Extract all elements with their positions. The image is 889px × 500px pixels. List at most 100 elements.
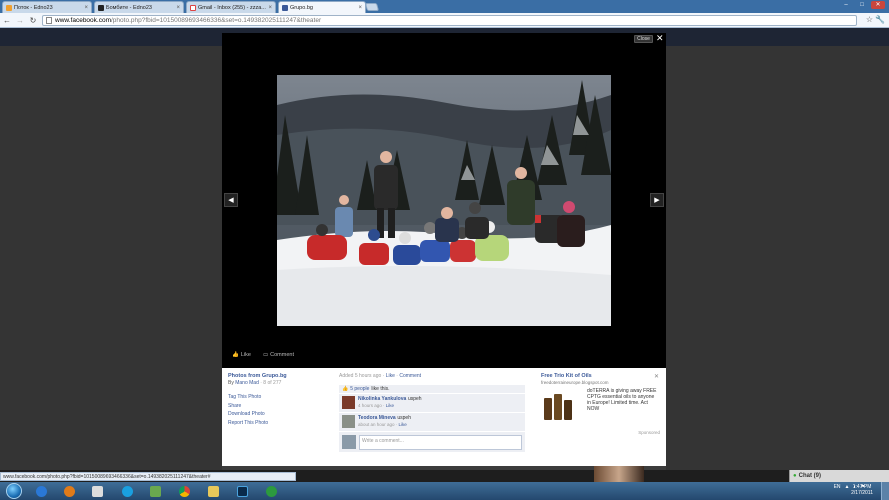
minimize-icon[interactable]: – bbox=[839, 1, 853, 9]
comment-button[interactable]: ▭ Comment bbox=[263, 352, 294, 358]
counter-strike-icon[interactable] bbox=[87, 483, 107, 499]
photoshop-icon[interactable] bbox=[232, 483, 252, 499]
commenter-name[interactable]: Teodora Mineva bbox=[358, 415, 396, 421]
tab-grupo-bg[interactable]: Grupo.bg × bbox=[278, 1, 366, 13]
sponsored-label[interactable]: Sponsored bbox=[638, 430, 660, 435]
album-title-link[interactable]: Photos from Grupo.bg bbox=[228, 373, 333, 379]
bookmark-star-icon[interactable]: ☆ bbox=[866, 15, 873, 24]
chat-bar[interactable]: ● Chat (9) bbox=[789, 470, 889, 482]
tab-edno23-bombite[interactable]: Бомбите - Edno23 × bbox=[94, 1, 184, 13]
meta-like-link[interactable]: Like bbox=[386, 373, 395, 379]
likes-count-link[interactable]: 5 people bbox=[350, 386, 369, 392]
tab-label: Бомбите - Edno23 bbox=[106, 4, 152, 11]
forward-icon[interactable]: → bbox=[14, 14, 26, 26]
photo-actions: 👍 Like ▭ Comment bbox=[232, 352, 294, 358]
explorer-icon[interactable] bbox=[203, 483, 223, 499]
comment-like-link[interactable]: Like bbox=[399, 422, 407, 427]
back-icon[interactable]: ← bbox=[1, 14, 13, 26]
by-prefix: By bbox=[228, 380, 234, 386]
like-button[interactable]: 👍 Like bbox=[232, 352, 251, 358]
likes-suffix: like this. bbox=[371, 386, 390, 392]
ad-image[interactable] bbox=[541, 388, 583, 422]
photo-activity: Added 5 hours ago · Like · Comment 👍 5 p… bbox=[339, 373, 525, 452]
media-player-icon[interactable] bbox=[59, 483, 79, 499]
close-window-icon[interactable]: ✕ bbox=[871, 1, 885, 9]
close-tab-icon[interactable]: × bbox=[358, 5, 362, 11]
chat-status-icon: ● bbox=[793, 473, 797, 479]
url-path: /photo.php?fbid=10150089693466336&set=o.… bbox=[111, 17, 322, 24]
new-tab-button[interactable] bbox=[364, 3, 380, 11]
utorrent-icon[interactable] bbox=[261, 483, 281, 499]
photo-meta: Added 5 hours ago · Like · Comment bbox=[339, 373, 422, 379]
close-tab-icon[interactable]: × bbox=[268, 5, 272, 11]
chat-label: Chat (9) bbox=[798, 473, 821, 479]
comment-item: Nikolinka Yankulova uspeh 4 hours ago · … bbox=[339, 394, 525, 412]
close-ad-icon[interactable]: ✕ bbox=[654, 373, 659, 380]
chrome-icon[interactable] bbox=[174, 483, 194, 499]
photo-info-panel: Photos from Grupo.bg By Mano Mad · 8 of … bbox=[222, 368, 666, 466]
album-info: Photos from Grupo.bg By Mano Mad · 8 of … bbox=[228, 373, 333, 426]
facebook-favicon-icon bbox=[282, 4, 288, 11]
internet-explorer-icon[interactable] bbox=[31, 483, 51, 499]
next-photo-button[interactable]: ▶ bbox=[650, 193, 664, 207]
reload-icon[interactable]: ↻ bbox=[27, 14, 39, 26]
tab-label: Grupo.bg bbox=[290, 4, 313, 11]
close-tab-icon[interactable]: × bbox=[176, 5, 180, 11]
clock-date: 2/17/2011 bbox=[851, 490, 873, 496]
photo-byline: By Mano Mad · 8 of 277 bbox=[228, 380, 333, 386]
meta-comment-link[interactable]: Comment bbox=[399, 373, 421, 379]
image-viewer-icon[interactable] bbox=[145, 483, 165, 499]
tab-label: Gmail - Inbox (255) - zzza... bbox=[198, 4, 266, 11]
like-label: Like bbox=[240, 352, 251, 358]
comment-item: Teodora Mineva uspeh about an hour ago ·… bbox=[339, 413, 525, 431]
avatar bbox=[342, 435, 356, 449]
download-photo-link[interactable]: Download Photo bbox=[228, 411, 333, 417]
edno23-favicon-icon bbox=[98, 4, 104, 11]
browser-tab-strip: Поток - Edno23 × Бомбите - Edno23 × Gmai… bbox=[0, 0, 889, 13]
close-icon[interactable]: ✕ bbox=[656, 33, 664, 43]
comment-time: 4 hours ago · bbox=[358, 403, 385, 408]
ad-title-link[interactable]: Free Trio Kit of Oils bbox=[541, 373, 659, 379]
tab-edno23-potok[interactable]: Поток - Edno23 × bbox=[2, 1, 92, 13]
commenter-name[interactable]: Nikolinka Yankulova bbox=[358, 396, 406, 402]
ski-group-photo bbox=[277, 75, 611, 326]
comment-text: uspeh bbox=[397, 415, 411, 421]
right-arrow-icon: ▶ bbox=[654, 197, 660, 204]
share-link[interactable]: Share bbox=[228, 403, 333, 409]
thumbs-up-icon: 👍 bbox=[232, 352, 239, 358]
page-icon bbox=[46, 17, 52, 24]
background-photo-thumbnail bbox=[594, 466, 644, 482]
show-desktop-button[interactable] bbox=[881, 482, 889, 500]
url-domain: www.facebook.com bbox=[55, 17, 111, 24]
write-comment-row: Write a comment... bbox=[339, 432, 525, 452]
ad-body-text: doTERRA is giving away FREE CPTG essenti… bbox=[587, 388, 657, 412]
browser-toolbar: ← → ↻ www.facebook.com/photo.php?fbid=10… bbox=[0, 13, 889, 28]
close-button[interactable]: Close bbox=[634, 35, 653, 43]
author-link[interactable]: Mano Mad bbox=[235, 380, 259, 386]
comment-time: about an hour ago · bbox=[358, 422, 398, 427]
comment-input[interactable]: Write a comment... bbox=[359, 434, 522, 450]
report-photo-link[interactable]: Report This Photo bbox=[228, 420, 333, 426]
language-indicator[interactable]: EN bbox=[834, 484, 841, 490]
ad-url[interactable]: freedoterraineurope.blogspot.com bbox=[541, 380, 659, 385]
previous-photo-button[interactable]: ◀ bbox=[224, 193, 238, 207]
tray-network-icon[interactable]: ▲ bbox=[845, 484, 850, 490]
taskbar-clock[interactable]: 1:47 PM 2/17/2011 bbox=[851, 484, 873, 496]
tag-photo-link[interactable]: Tag This Photo bbox=[228, 394, 333, 400]
skype-icon[interactable] bbox=[117, 483, 137, 499]
edno23-favicon-icon bbox=[6, 4, 12, 11]
address-bar[interactable]: www.facebook.com/photo.php?fbid=10150089… bbox=[42, 15, 857, 26]
photo-count: · 8 of 277 bbox=[260, 380, 282, 386]
avatar[interactable] bbox=[342, 396, 355, 409]
photo-image[interactable] bbox=[277, 75, 611, 326]
tab-label: Поток - Edno23 bbox=[14, 4, 53, 11]
avatar[interactable] bbox=[342, 415, 355, 428]
comment-like-link[interactable]: Like bbox=[386, 403, 394, 408]
likes-summary: 👍 5 people like this. bbox=[339, 385, 525, 393]
wrench-menu-icon[interactable]: 🔧 bbox=[875, 15, 885, 24]
close-tab-icon[interactable]: × bbox=[84, 5, 88, 11]
tab-gmail[interactable]: Gmail - Inbox (255) - zzza... × bbox=[186, 1, 276, 13]
maximize-icon[interactable]: □ bbox=[855, 1, 869, 9]
comment-bubble-icon: ▭ bbox=[262, 352, 269, 358]
start-button[interactable] bbox=[6, 483, 22, 499]
